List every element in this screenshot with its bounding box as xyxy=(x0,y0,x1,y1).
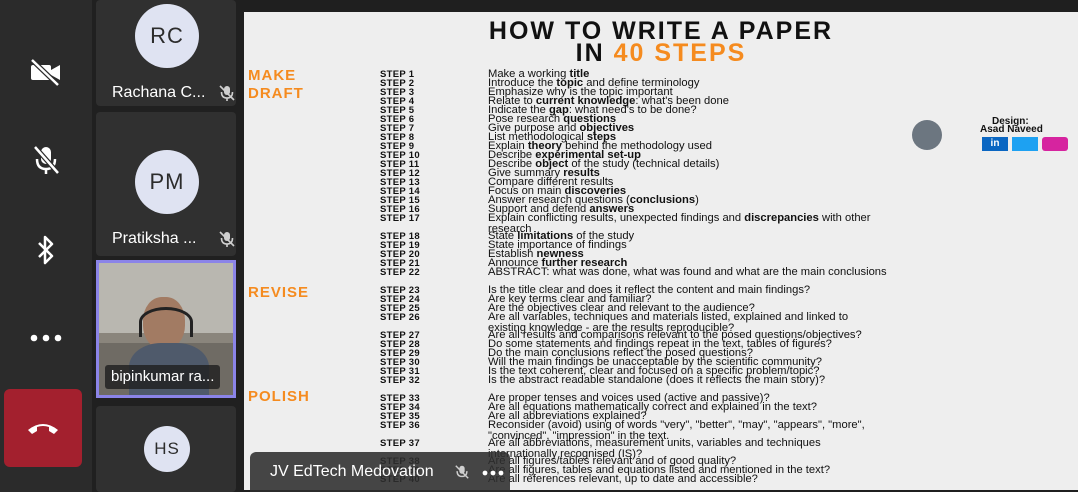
participant-name: Pratiksha ... xyxy=(112,230,197,247)
camera-toggle-button[interactable] xyxy=(0,42,92,102)
section-make: MAKE xyxy=(248,67,297,84)
participant-name: Rachana C... xyxy=(112,84,206,101)
bluetooth-button[interactable] xyxy=(0,220,92,280)
avatar: RC xyxy=(135,4,199,68)
end-call-button[interactable] xyxy=(4,389,82,467)
step-number: STEP 26 xyxy=(380,312,420,323)
participant-name: bipinkumar ra... xyxy=(105,365,221,389)
step-text: Is the abstract readable standalone (doe… xyxy=(488,374,826,386)
design-credit: Design: Asad Naveed in xyxy=(912,116,1078,160)
step-number: STEP 37 xyxy=(380,438,420,449)
presenter-name: JV EdTech Medovation xyxy=(270,463,434,480)
bluetooth-icon xyxy=(38,235,54,265)
more-options-button[interactable] xyxy=(0,308,92,368)
author-photo xyxy=(912,120,942,150)
mic-off-icon xyxy=(219,85,235,101)
avatar: HS xyxy=(144,426,190,472)
section-revise: REVISE xyxy=(248,284,310,301)
control-bar xyxy=(0,0,92,492)
section-draft: DRAFT xyxy=(248,85,304,102)
twitter-icon xyxy=(1012,137,1038,151)
instagram-icon xyxy=(1042,137,1068,151)
section-polish: POLISH xyxy=(248,388,310,405)
mic-off-icon xyxy=(33,145,60,175)
step-number: STEP 17 xyxy=(380,213,420,224)
slide-subtitle: IN 40 STEPS xyxy=(575,39,747,67)
step-number: STEP 32 xyxy=(380,375,420,386)
camera-off-icon xyxy=(30,58,60,87)
presenter-bar[interactable]: JV EdTech Medovation xyxy=(250,452,510,492)
shared-screen-slide: HOW TO WRITE A PAPER IN 40 STEPS MAKE DR… xyxy=(244,12,1078,490)
meeting-window: RC Rachana C... PM Pratiksha ... bipinku… xyxy=(0,0,1078,492)
linkedin-icon: in xyxy=(982,137,1008,151)
avatar: PM xyxy=(135,150,199,214)
step-number: STEP 36 xyxy=(380,420,420,431)
participant-video-tile[interactable]: bipinkumar ra... xyxy=(96,260,236,398)
participant-tile-2[interactable]: PM Pratiksha ... xyxy=(96,112,236,256)
mic-off-icon xyxy=(219,231,235,247)
more-dots-icon[interactable] xyxy=(482,470,504,476)
mic-toggle-button[interactable] xyxy=(0,130,92,190)
step-number: STEP 22 xyxy=(380,267,420,278)
participant-tile-4[interactable]: HS xyxy=(96,406,236,492)
hang-up-icon xyxy=(28,424,58,434)
more-dots-icon xyxy=(30,334,62,342)
step-text: ABSTRACT: what was done, what was found … xyxy=(488,266,887,278)
step-text: Are all references relevant, up to date … xyxy=(488,473,758,485)
headset-icon xyxy=(139,307,193,337)
mic-off-icon xyxy=(455,465,469,479)
participant-tile-1[interactable]: RC Rachana C... xyxy=(96,0,236,106)
participants-panel: RC Rachana C... PM Pratiksha ... bipinku… xyxy=(92,0,240,492)
